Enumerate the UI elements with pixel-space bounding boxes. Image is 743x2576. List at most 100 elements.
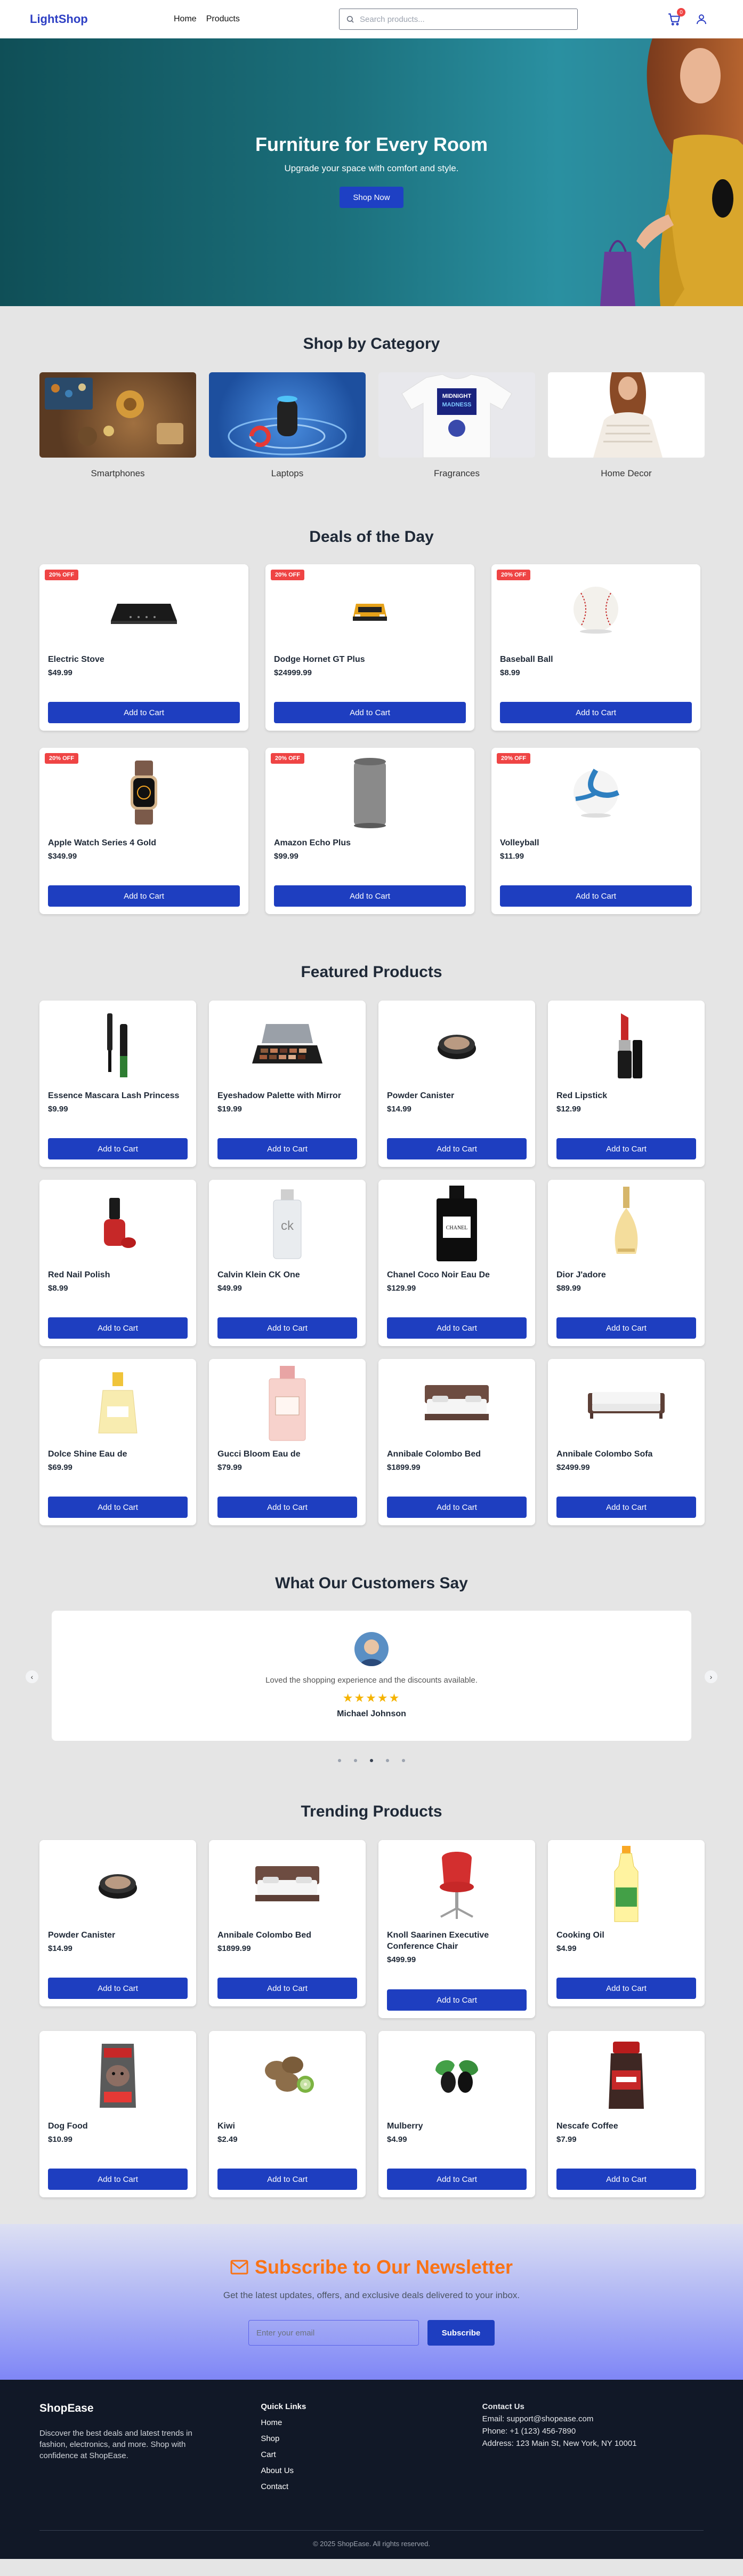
product-card[interactable]: Knoll Saarinen Executive Conference Chai… — [378, 1840, 535, 2018]
featured-title: Featured Products — [301, 963, 442, 981]
add-to-cart-button[interactable]: Add to Cart — [556, 1978, 696, 1999]
product-price: $14.99 — [48, 1944, 72, 1953]
product-image — [548, 1840, 705, 1930]
search-box[interactable] — [339, 9, 578, 30]
add-to-cart-button[interactable]: Add to Cart — [48, 885, 240, 907]
deal-card[interactable]: 20% OFF Amazon Echo Plus $99.99 Add to C… — [265, 748, 474, 914]
add-to-cart-button[interactable]: Add to Cart — [556, 1138, 696, 1159]
carousel-prev-button[interactable]: ‹ — [26, 1670, 38, 1683]
stove-image — [111, 604, 177, 624]
site-logo[interactable]: LightShop — [30, 12, 174, 26]
product-card[interactable]: Red Lipstick $12.99 Add to Cart — [548, 1001, 705, 1167]
add-to-cart-button[interactable]: Add to Cart — [48, 1978, 188, 1999]
trending-grid: Powder Canister $14.99 Add to Cart Annib… — [39, 1840, 705, 2197]
product-name: Nescafe Coffee — [556, 2122, 618, 2131]
cart-button[interactable]: 0 — [667, 8, 685, 26]
product-card[interactable]: ck Calvin Klein CK One $49.99 Add to Car… — [209, 1180, 366, 1346]
product-card[interactable]: Dior J'adore $89.99 Add to Cart — [548, 1180, 705, 1346]
search-icon — [346, 15, 354, 23]
product-card[interactable]: Gucci Bloom Eau de $79.99 Add to Cart — [209, 1359, 366, 1525]
woman-sweater-image — [593, 372, 663, 458]
lipstick-image — [618, 1013, 642, 1078]
footer-link-shop[interactable]: Shop — [261, 2434, 482, 2443]
carousel-dot[interactable] — [386, 1759, 389, 1762]
add-to-cart-button[interactable]: Add to Cart — [217, 2169, 357, 2190]
product-card[interactable]: Eyeshadow Palette with Mirror $19.99 Add… — [209, 1001, 366, 1167]
add-to-cart-button[interactable]: Add to Cart — [217, 1978, 357, 1999]
category-fragrances[interactable]: MIDNIGHT MADNESS Fragrances — [378, 372, 535, 479]
product-price: $49.99 — [217, 1284, 242, 1293]
category-laptops[interactable]: Laptops — [209, 372, 366, 479]
product-card[interactable]: Red Nail Polish $8.99 Add to Cart — [39, 1180, 196, 1346]
carousel-next-button[interactable]: › — [705, 1670, 717, 1683]
add-to-cart-button[interactable]: Add to Cart — [500, 702, 692, 723]
product-price: $8.99 — [500, 668, 520, 677]
product-name: Dior J'adore — [556, 1270, 606, 1279]
footer-link-about[interactable]: About Us — [261, 2466, 482, 2475]
add-to-cart-button[interactable]: Add to Cart — [48, 1138, 188, 1159]
nav-home[interactable]: Home — [174, 14, 197, 24]
product-image — [39, 1001, 196, 1090]
hero-content: Furniture for Every Room Upgrade your sp… — [0, 133, 743, 208]
add-to-cart-button[interactable]: Add to Cart — [274, 702, 466, 723]
add-to-cart-button[interactable]: Add to Cart — [217, 1497, 357, 1518]
add-to-cart-button[interactable]: Add to Cart — [387, 2169, 527, 2190]
footer-link-contact[interactable]: Contact — [261, 2482, 482, 2491]
footer-link-home[interactable]: Home — [261, 2418, 482, 2427]
add-to-cart-button[interactable]: Add to Cart — [48, 2169, 188, 2190]
category-home-decor[interactable]: Home Decor — [548, 372, 705, 479]
add-to-cart-button[interactable]: Add to Cart — [48, 1497, 188, 1518]
product-card[interactable]: Nescafe Coffee $7.99 Add to Cart — [548, 2031, 705, 2197]
deal-card[interactable]: 20% OFF Volleyball $11.99 Add to Cart — [491, 748, 700, 914]
product-name: Gucci Bloom Eau de — [217, 1450, 301, 1459]
product-card[interactable]: Dog Food $10.99 Add to Cart — [39, 2031, 196, 2197]
category-smartphones[interactable]: Smartphones — [39, 372, 196, 479]
add-to-cart-button[interactable]: Add to Cart — [387, 1989, 527, 2011]
search-input[interactable] — [360, 14, 571, 24]
carousel-dot[interactable] — [338, 1759, 341, 1762]
testimonials-title: What Our Customers Say — [275, 1574, 468, 1592]
product-card[interactable]: CHANEL Chanel Coco Noir Eau De $129.99 A… — [378, 1180, 535, 1346]
product-card[interactable]: Annibale Colombo Bed $1899.99 Add to Car… — [378, 1359, 535, 1525]
deal-card[interactable]: 20% OFF Electric Stove $49.99 Add to Car… — [39, 564, 248, 731]
add-to-cart-button[interactable]: Add to Cart — [48, 1317, 188, 1339]
deal-card[interactable]: 20% OFF Dodge Hornet GT Plus $24999.99 A… — [265, 564, 474, 731]
add-to-cart-button[interactable]: Add to Cart — [217, 1317, 357, 1339]
newsletter-email-input[interactable] — [248, 2320, 419, 2346]
product-card[interactable]: Powder Canister $14.99 Add to Cart — [39, 1840, 196, 2006]
product-card[interactable]: Powder Canister $14.99 Add to Cart — [378, 1001, 535, 1167]
shop-now-button[interactable]: Shop Now — [340, 187, 403, 208]
add-to-cart-button[interactable]: Add to Cart — [556, 2169, 696, 2190]
product-card[interactable]: Kiwi $2.49 Add to Cart — [209, 2031, 366, 2197]
product-image — [39, 2031, 196, 2121]
add-to-cart-button[interactable]: Add to Cart — [556, 1317, 696, 1339]
add-to-cart-button[interactable]: Add to Cart — [387, 1497, 527, 1518]
nav-products[interactable]: Products — [206, 14, 240, 24]
carousel-dot-active[interactable] — [370, 1759, 373, 1762]
footer-about-text: Discover the best deals and latest trend… — [39, 2429, 192, 2460]
add-to-cart-button[interactable]: Add to Cart — [387, 1138, 527, 1159]
crafts-image — [45, 378, 183, 446]
add-to-cart-button[interactable]: Add to Cart — [556, 1497, 696, 1518]
product-image — [378, 1001, 535, 1090]
add-to-cart-button[interactable]: Add to Cart — [48, 702, 240, 723]
tshirt-image: MIDNIGHT MADNESS — [401, 374, 512, 458]
footer-link-cart[interactable]: Cart — [261, 2450, 482, 2459]
add-to-cart-button[interactable]: Add to Cart — [500, 885, 692, 907]
product-card[interactable]: Annibale Colombo Bed $1899.99 Add to Car… — [209, 1840, 366, 2006]
carousel-dot[interactable] — [402, 1759, 405, 1762]
add-to-cart-button[interactable]: Add to Cart — [274, 885, 466, 907]
user-icon[interactable] — [695, 13, 708, 26]
carousel-dot[interactable] — [354, 1759, 357, 1762]
product-card[interactable]: Annibale Colombo Sofa $2499.99 Add to Ca… — [548, 1359, 705, 1525]
product-card[interactable]: Cooking Oil $4.99 Add to Cart — [548, 1840, 705, 2006]
newsletter-form: Subscribe — [0, 2320, 743, 2346]
deal-card[interactable]: 20% OFF Apple Watch Series 4 Gold $349.9… — [39, 748, 248, 914]
product-card[interactable]: Mulberry $4.99 Add to Cart — [378, 2031, 535, 2197]
deal-card[interactable]: 20% OFF Baseball Ball $8.99 Add to Cart — [491, 564, 700, 731]
product-card[interactable]: Dolce Shine Eau de $69.99 Add to Cart — [39, 1359, 196, 1525]
product-card[interactable]: Essence Mascara Lash Princess $9.99 Add … — [39, 1001, 196, 1167]
subscribe-button[interactable]: Subscribe — [427, 2320, 495, 2346]
add-to-cart-button[interactable]: Add to Cart — [387, 1317, 527, 1339]
add-to-cart-button[interactable]: Add to Cart — [217, 1138, 357, 1159]
